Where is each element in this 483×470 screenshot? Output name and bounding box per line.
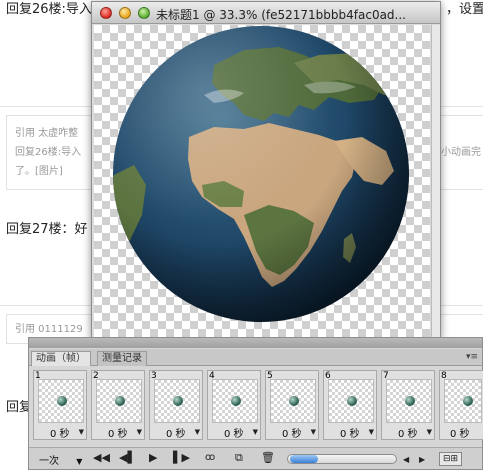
frame-thumbnail: [212, 379, 258, 423]
tween-icon[interactable]: ꝏ: [205, 452, 215, 464]
quote-body-line: 了。[图片]: [15, 166, 63, 177]
document-canvas[interactable]: [94, 25, 430, 338]
quote-body-tail: 小动画完: [441, 147, 481, 158]
globe-thumbnail-icon: [115, 396, 125, 406]
frame-thumbnail: [96, 379, 142, 423]
duplicate-frame-icon[interactable]: ⧉: [235, 452, 243, 464]
panel-tabs: 动画（帧） 测量记录 ▾≡: [29, 349, 482, 366]
frame-delay[interactable]: 0 秒: [166, 425, 186, 440]
frame-thumbnail: [386, 379, 432, 423]
reply-26-text: 回复26楼:导入: [6, 2, 92, 17]
loop-options-select[interactable]: 一次 ▼: [39, 452, 82, 467]
globe-thumbnail-icon: [347, 396, 357, 406]
tab-measurement-log[interactable]: 测量记录: [97, 351, 147, 366]
animation-frame[interactable]: 8 0 秒: [439, 370, 483, 440]
animation-frame[interactable]: 3 0 秒 ▼: [149, 370, 203, 440]
frame-thumbnail: [38, 379, 84, 423]
quote-header: 引用 0111129: [15, 324, 83, 335]
scroll-left-icon[interactable]: ◀: [403, 454, 409, 466]
frame-strip: 1 0 秒 ▼ 2 0 秒 ▼ 3 0 秒 ▼ 4 0 秒 ▼ 5 0 秒 ▼: [33, 370, 483, 440]
animation-panel[interactable]: 动画（帧） 测量记录 ▾≡ 1 0 秒 ▼ 2 0 秒 ▼ 3 0 秒 ▼ 4 …: [28, 337, 483, 470]
frame-thumbnail: [270, 379, 316, 423]
convert-timeline-icon[interactable]: ⊟⊞: [439, 452, 463, 466]
frame-delay[interactable]: 0 秒: [50, 425, 70, 440]
globe-thumbnail-icon: [463, 396, 473, 406]
delay-dropdown-icon[interactable]: ▼: [311, 428, 316, 436]
frame-thumbnail: [444, 379, 482, 423]
delete-frame-icon[interactable]: 🗑: [261, 452, 275, 464]
animation-frame[interactable]: 4 0 秒 ▼: [207, 370, 261, 440]
earth-globe-image: [113, 26, 409, 322]
play-icon[interactable]: ▶: [149, 452, 157, 464]
globe-thumbnail-icon: [289, 396, 299, 406]
frame-delay[interactable]: 0 秒: [282, 425, 302, 440]
canvas-vertical-scrollbar[interactable]: [431, 25, 440, 338]
frame-delay[interactable]: 0 秒: [450, 425, 470, 440]
document-title: 未标题1 @ 33.3% (fe52171bbbb4fac0ad...: [156, 8, 406, 22]
scroll-right-icon[interactable]: ▶: [419, 454, 425, 466]
close-window-button[interactable]: [100, 7, 112, 19]
prev-frame-icon[interactable]: ◀▌: [119, 452, 136, 464]
frame-delay[interactable]: 0 秒: [108, 425, 128, 440]
delay-dropdown-icon[interactable]: ▼: [79, 428, 84, 436]
quote-header: 引用 太虚咋整: [15, 128, 79, 139]
animation-frame[interactable]: 7 0 秒 ▼: [381, 370, 435, 440]
timeline-scroll-slider[interactable]: [287, 454, 397, 464]
minimize-window-button[interactable]: [119, 7, 131, 19]
panel-drag-bar[interactable]: [29, 338, 482, 348]
frame-delay[interactable]: 0 秒: [224, 425, 244, 440]
animation-frame[interactable]: 2 0 秒 ▼: [91, 370, 145, 440]
animation-controls-bar: 一次 ▼ ◀◀ ◀▌ ▶ ▌▶ ꝏ ⧉ 🗑 ◀ ▶ ⊟⊞: [29, 447, 482, 469]
animation-frame[interactable]: 6 0 秒 ▼: [323, 370, 377, 440]
frame-delay[interactable]: 0 秒: [340, 425, 360, 440]
frame-delay[interactable]: 0 秒: [398, 425, 418, 440]
globe-thumbnail-icon: [405, 396, 415, 406]
next-frame-icon[interactable]: ▌▶: [173, 452, 190, 464]
animation-frame[interactable]: 5 0 秒 ▼: [265, 370, 319, 440]
slider-thumb[interactable]: [290, 455, 318, 463]
animation-frame[interactable]: 1 0 秒 ▼: [33, 370, 87, 440]
panel-menu-icon[interactable]: ▾≡: [466, 352, 478, 362]
globe-thumbnail-icon: [173, 396, 183, 406]
window-titlebar[interactable]: 未标题1 @ 33.3% (fe52171bbbb4fac0ad...: [92, 2, 440, 24]
frame-thumbnail: [328, 379, 374, 423]
image-document-window[interactable]: 未标题1 @ 33.3% (fe52171bbbb4fac0ad...: [91, 1, 441, 339]
delay-dropdown-icon[interactable]: ▼: [195, 428, 200, 436]
delay-dropdown-icon[interactable]: ▼: [369, 428, 374, 436]
globe-thumbnail-icon: [231, 396, 241, 406]
delay-dropdown-icon[interactable]: ▼: [253, 428, 258, 436]
delay-dropdown-icon[interactable]: ▼: [137, 428, 142, 436]
tab-animation-frames[interactable]: 动画（帧）: [31, 351, 91, 366]
zoom-window-button[interactable]: [138, 7, 150, 19]
quote-body: 回复26楼:导入: [15, 147, 82, 158]
delay-dropdown-icon[interactable]: ▼: [427, 428, 432, 436]
first-frame-icon[interactable]: ◀◀: [93, 452, 110, 464]
frame-thumbnail: [154, 379, 200, 423]
reply-26-tail: ，设置: [446, 2, 483, 17]
globe-thumbnail-icon: [57, 396, 67, 406]
reply-27-text: 回复27楼：好: [6, 222, 88, 237]
